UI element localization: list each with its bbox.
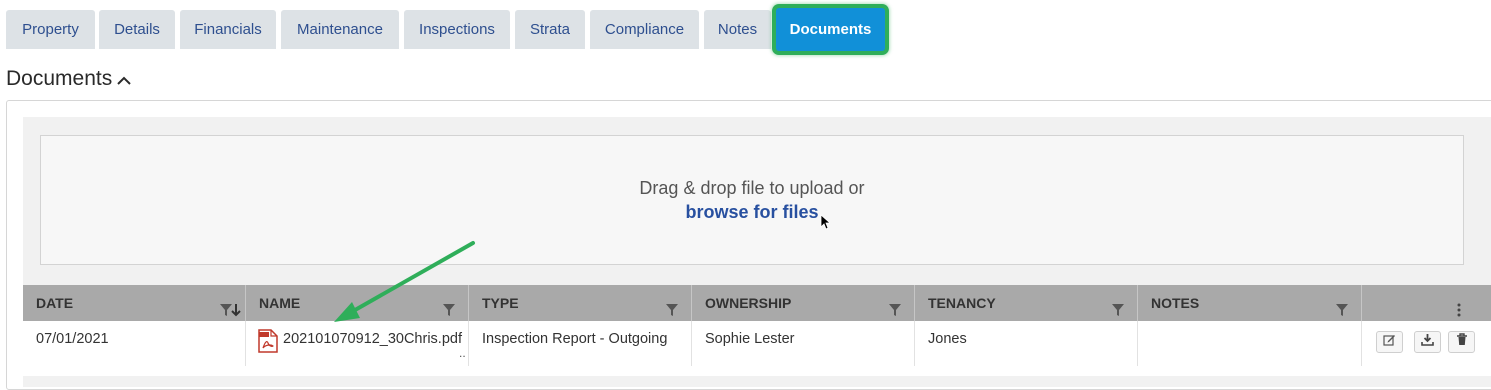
filter-icon[interactable]: [665, 294, 679, 316]
cell-date: 07/01/2021: [23, 321, 246, 366]
filter-icon[interactable]: [1335, 294, 1349, 316]
cell-tenancy: Jones: [915, 321, 1138, 366]
tab-property[interactable]: Property: [6, 10, 95, 49]
download-button[interactable]: [1414, 331, 1441, 353]
tab-financials[interactable]: Financials: [180, 10, 276, 49]
trash-icon: [1456, 324, 1468, 360]
edit-button[interactable]: [1376, 331, 1403, 353]
pdf-file-icon: [258, 329, 278, 367]
kebab-menu-icon[interactable]: [1456, 294, 1470, 317]
column-header-type[interactable]: TYPE: [469, 285, 692, 321]
column-header-ownership[interactable]: OWNERSHIP: [692, 285, 915, 321]
browse-files-label[interactable]: browse for files: [685, 202, 818, 222]
truncation-mark: ..: [459, 346, 466, 360]
browse-files-link[interactable]: browse for files: [41, 202, 1463, 223]
edit-icon: [1383, 324, 1396, 360]
mouse-cursor-icon: [820, 214, 832, 235]
delete-button[interactable]: [1448, 331, 1475, 353]
table-row[interactable]: 07/01/2021 202101070912_30Chris.pdf .. I…: [23, 321, 1491, 376]
column-header-date[interactable]: DATE: [23, 285, 246, 321]
filter-icon[interactable]: [888, 294, 902, 316]
cell-ownership: Sophie Lester: [692, 321, 915, 366]
table-header: DATE NAME TYPE OWNERSHIP TENANCY NOTES: [23, 285, 1491, 321]
tab-strata[interactable]: Strata: [515, 10, 585, 49]
cell-notes: [1138, 321, 1362, 366]
tab-bar: Property Details Financials Maintenance …: [0, 0, 1491, 62]
upload-prompt: Drag & drop file to upload or: [639, 178, 865, 198]
column-header-notes[interactable]: NOTES: [1138, 285, 1362, 321]
column-header-tenancy[interactable]: TENANCY: [915, 285, 1138, 321]
section-title: Documents: [6, 67, 113, 90]
tab-maintenance[interactable]: Maintenance: [281, 10, 399, 49]
cell-actions: [1362, 321, 1491, 366]
sort-down-icon[interactable]: [231, 294, 245, 317]
tab-notes[interactable]: Notes: [704, 10, 771, 49]
annotation-arrow-icon: [320, 236, 480, 336]
tab-documents[interactable]: Documents: [776, 8, 885, 51]
upload-dropzone[interactable]: Drag & drop file to upload or browse for…: [40, 135, 1464, 265]
tab-inspections[interactable]: Inspections: [404, 10, 510, 49]
filter-icon[interactable]: [1111, 294, 1125, 316]
download-icon: [1421, 324, 1434, 360]
tab-compliance[interactable]: Compliance: [590, 10, 699, 49]
section-header[interactable]: Documents: [6, 67, 132, 91]
chevron-up-icon[interactable]: [116, 71, 132, 87]
column-header-actions: [1362, 285, 1491, 321]
tab-details[interactable]: Details: [99, 10, 175, 49]
cell-type: Inspection Report - Outgoing: [469, 321, 692, 366]
